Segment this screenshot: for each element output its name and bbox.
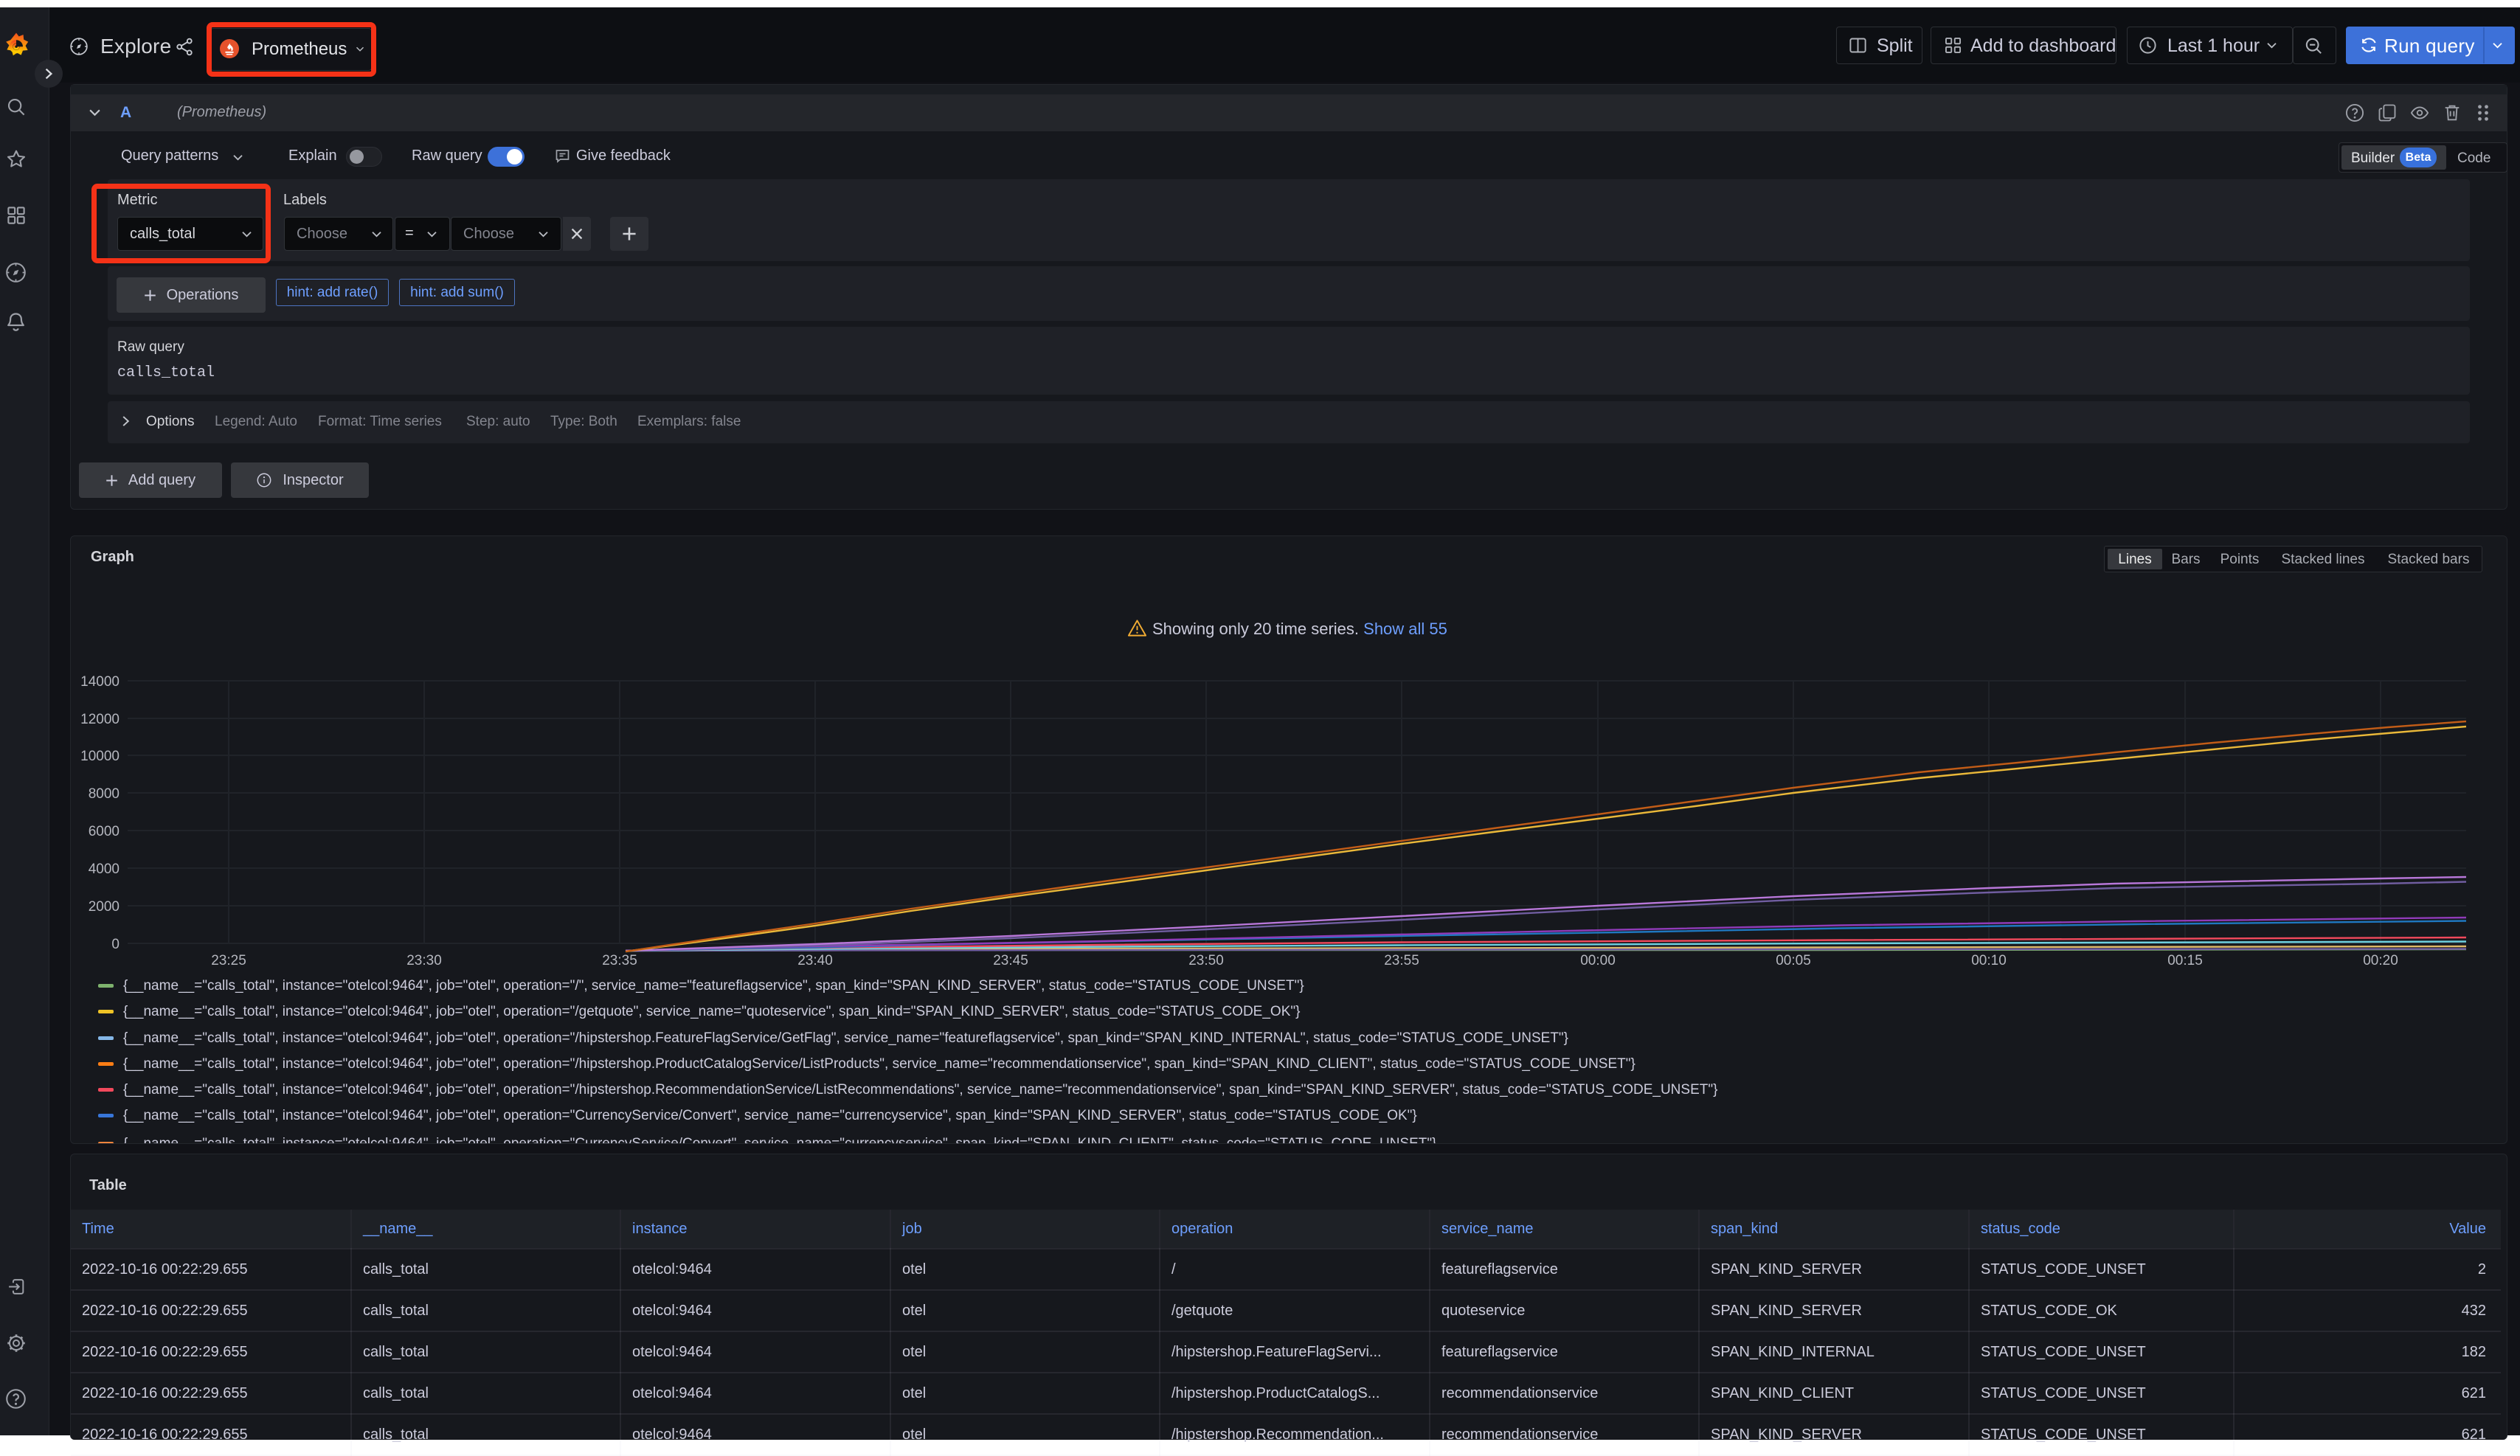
svg-text:0: 0 [111,937,120,952]
svg-text:23:55: 23:55 [1384,953,1419,968]
svg-text:00:05: 00:05 [1776,953,1811,968]
svg-text:8000: 8000 [89,786,120,802]
svg-text:23:40: 23:40 [797,953,833,968]
svg-text:00:00: 00:00 [1580,953,1616,968]
svg-text:10000: 10000 [80,749,120,764]
svg-text:14000: 14000 [80,674,120,690]
svg-text:00:10: 00:10 [1971,953,2007,968]
svg-text:12000: 12000 [80,712,120,727]
svg-text:4000: 4000 [89,862,120,877]
svg-text:23:25: 23:25 [211,953,246,968]
svg-text:00:20: 00:20 [2363,953,2398,968]
svg-text:23:45: 23:45 [993,953,1028,968]
svg-text:00:15: 00:15 [2167,953,2203,968]
svg-text:23:30: 23:30 [406,953,442,968]
svg-text:2000: 2000 [89,899,120,915]
svg-text:23:35: 23:35 [602,953,637,968]
svg-text:6000: 6000 [89,824,120,839]
svg-text:23:50: 23:50 [1188,953,1224,968]
